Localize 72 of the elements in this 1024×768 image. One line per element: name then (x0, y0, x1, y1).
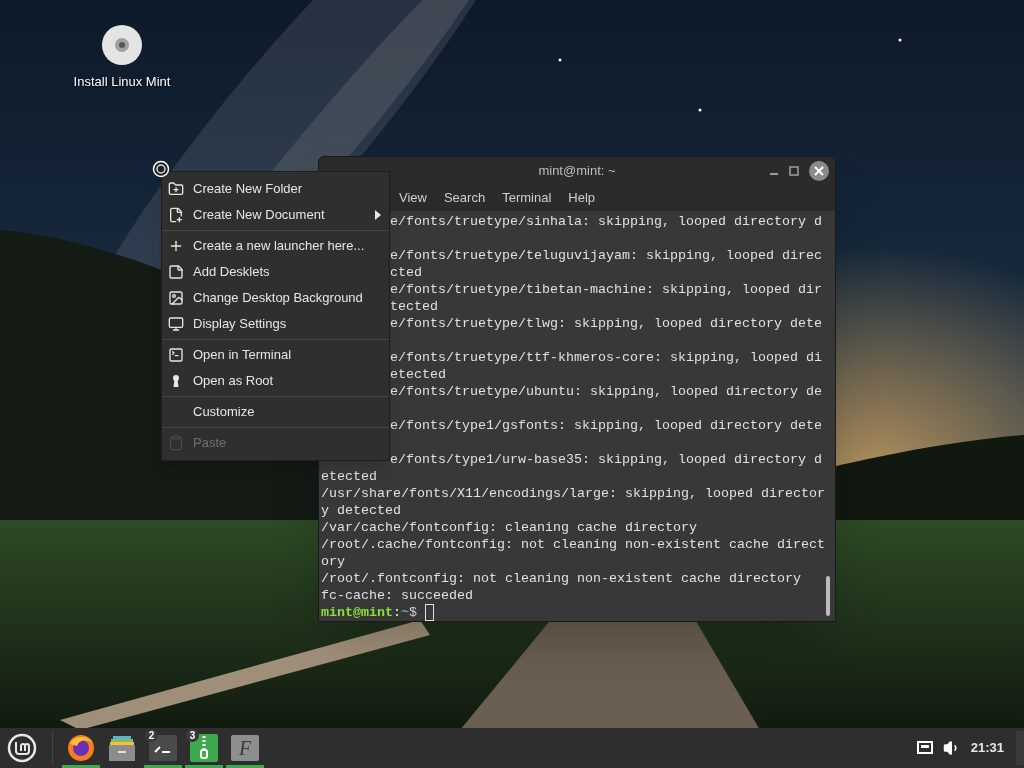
terminal-icon (168, 347, 184, 363)
menu-item-label: Change Desktop Background (193, 289, 364, 308)
terminal-line: fc-cache: succeeded (321, 588, 473, 603)
menu-bar-item[interactable]: Terminal (502, 188, 552, 208)
clock[interactable]: 21:31 (970, 738, 1004, 758)
terminal-line: e/fonts/truetype/tlwg: skipping, looped directory dete (390, 316, 822, 331)
menu-item-label: Customize (193, 403, 256, 422)
terminal-line: /root/.fontconfig: not cleaning non-existent cache directory (321, 571, 801, 586)
terminal-line: etected (321, 469, 377, 484)
terminal-line: ory (321, 554, 345, 569)
file-cabinet-icon (108, 734, 136, 762)
terminal-line: e/fonts/type1/urw-base35: skipping, looped directory d (390, 452, 822, 467)
menu-item[interactable]: Create New Folder (162, 176, 389, 202)
terminal-line: cted (390, 265, 422, 280)
menu-bar-item[interactable]: View (399, 188, 427, 208)
menu-item-label: Create New Folder (193, 180, 304, 199)
menu-item[interactable]: Open in Terminal (162, 342, 389, 368)
terminal-line: e/fonts/truetype/ubuntu: skipping, looped directory de (390, 384, 822, 399)
font-viewer-icon: F (231, 735, 259, 761)
close-icon[interactable] (809, 161, 829, 181)
taskbar-launcher[interactable]: 2 (143, 728, 183, 768)
menu-item-label: Open as Root (193, 372, 275, 391)
maximize-icon[interactable] (789, 166, 799, 176)
network-icon[interactable] (916, 741, 933, 755)
scrollbar-thumb[interactable] (826, 576, 830, 616)
terminal-line: e/fonts/type1/gsfonts: skipping, looped directory dete (390, 418, 822, 433)
menu-item-label: Paste (193, 434, 228, 453)
menu-item[interactable]: Open as Root (162, 368, 389, 394)
menu-bar-item[interactable]: Search (443, 188, 486, 208)
sticky-note-icon (168, 264, 184, 280)
menu-item-label: Open in Terminal (193, 346, 293, 365)
firefox-icon (67, 734, 95, 762)
window-count-badge: 3 (186, 729, 199, 742)
terminal-line: e/fonts/truetype/teluguvijayam: skipping, looped direc (390, 248, 822, 263)
terminal-line: etected (390, 367, 446, 382)
prompt-path: ~ (401, 604, 409, 621)
desktop-icon-label: Install Linux Mint (73, 73, 171, 91)
disc-icon (101, 24, 143, 66)
menu-item-label: Add Desklets (193, 263, 271, 282)
clipboard-icon (168, 435, 184, 451)
menu-item[interactable]: Create a new launcher here... (162, 233, 389, 259)
terminal-line: /root/.cache/fontconfig: not cleaning non-existent cache direct (321, 537, 825, 552)
terminal-line: /usr/share/fonts/X11/encodings/large: skipping, looped director (321, 486, 825, 501)
image-icon (168, 290, 184, 306)
prompt-separator: : (393, 604, 401, 621)
terminal-line: e/fonts/truetype/ttf-khmeros-core: skipping, looped di (390, 350, 822, 365)
file-plus-icon (168, 207, 184, 223)
terminal-line: y detected (321, 503, 401, 518)
prompt-symbol: $ (409, 604, 417, 621)
plus-icon (168, 238, 184, 254)
terminal-line: e/fonts/truetype/sinhala: skipping, looped directory d (390, 214, 822, 229)
text-cursor (425, 604, 434, 621)
menu-bar-item[interactable]: Help (568, 188, 596, 208)
terminal-line: e/fonts/truetype/tibetan-machine: skipping, looped dir (390, 282, 822, 297)
menu-item[interactable]: Add Desklets (162, 259, 389, 285)
prompt-user: mint@mint (321, 604, 393, 621)
mint-logo-icon (7, 733, 37, 763)
desktop-icon[interactable]: Install Linux Mint (62, 24, 182, 92)
menu-item-label: Display Settings (193, 315, 288, 334)
menu-item-label: Create a new launcher here... (193, 237, 366, 256)
taskbar-launcher[interactable]: 3 (184, 728, 224, 768)
terminal-line: /var/cache/fontconfig: cleaning cache directory (321, 520, 697, 535)
window-count-badge: 2 (145, 729, 158, 742)
terminal-line: tected (390, 299, 438, 314)
menu-item[interactable]: Display Settings (162, 311, 389, 337)
menu-item[interactable]: Customize (162, 399, 389, 425)
folder-plus-icon (168, 181, 184, 197)
window-title: mint@mint: ~ (538, 162, 616, 181)
menu-item-label: Create New Document (193, 206, 326, 225)
menu-item[interactable]: Create New Document (162, 202, 389, 228)
monitor-icon (168, 316, 184, 332)
menu-item[interactable]: Change Desktop Background (162, 285, 389, 311)
